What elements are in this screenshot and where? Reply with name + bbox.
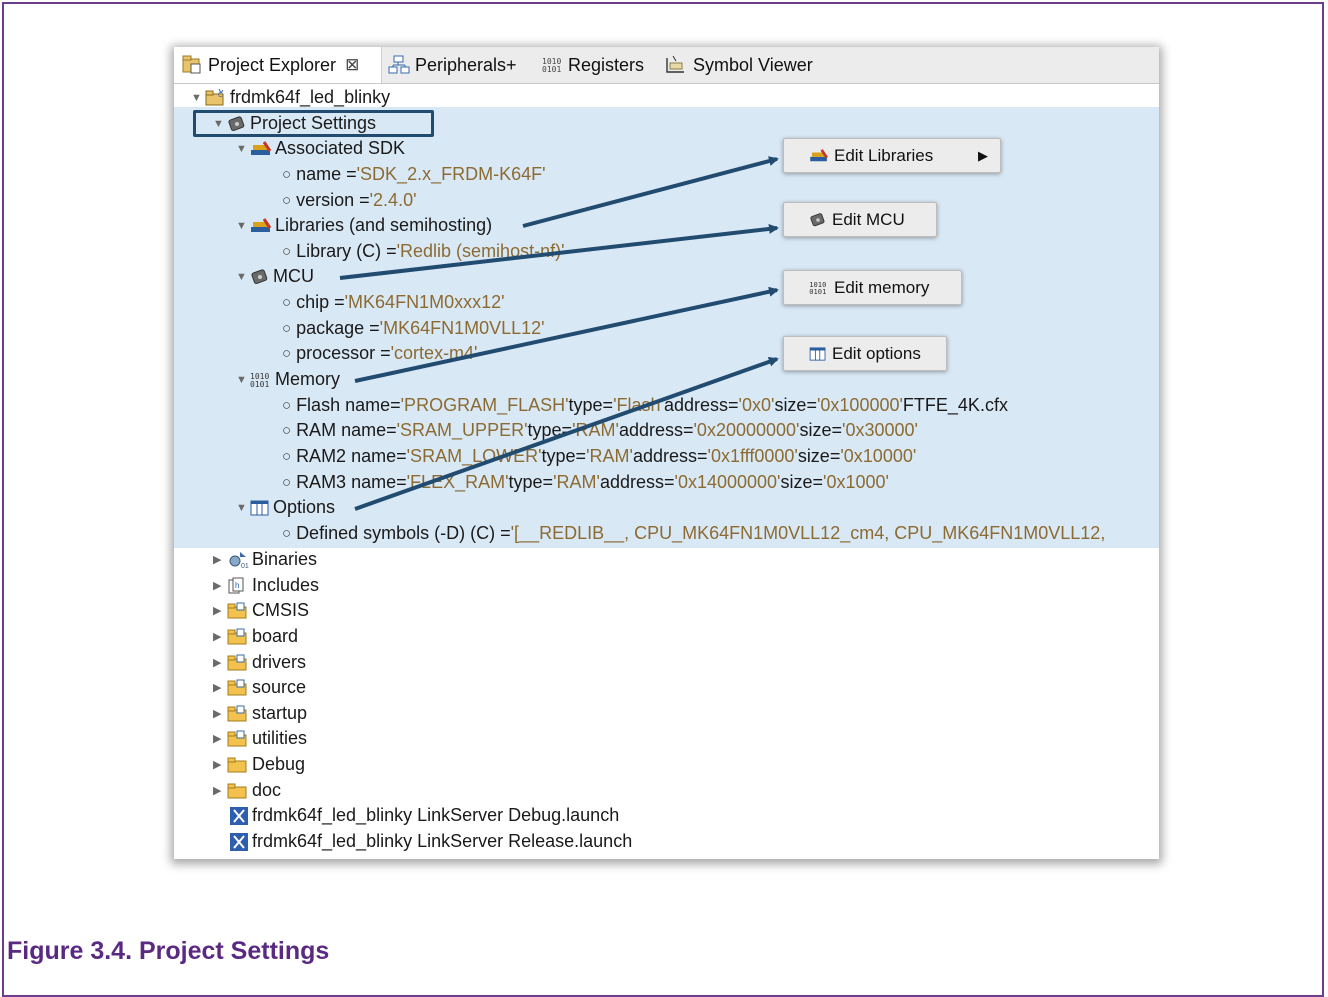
ide-screenshot: Project Explorer ⊠ Peripherals+ 1010 0101…: [174, 47, 1159, 859]
arrow-to-edit-mcu: [339, 223, 779, 280]
arrow-to-edit-memory: [354, 286, 779, 383]
figure-caption: Figure 3.4. Project Settings: [7, 937, 330, 965]
arrow-to-edit-libraries: [522, 156, 779, 228]
arrow-to-edit-options: [354, 356, 779, 511]
annotation-arrows: [339, 156, 779, 511]
